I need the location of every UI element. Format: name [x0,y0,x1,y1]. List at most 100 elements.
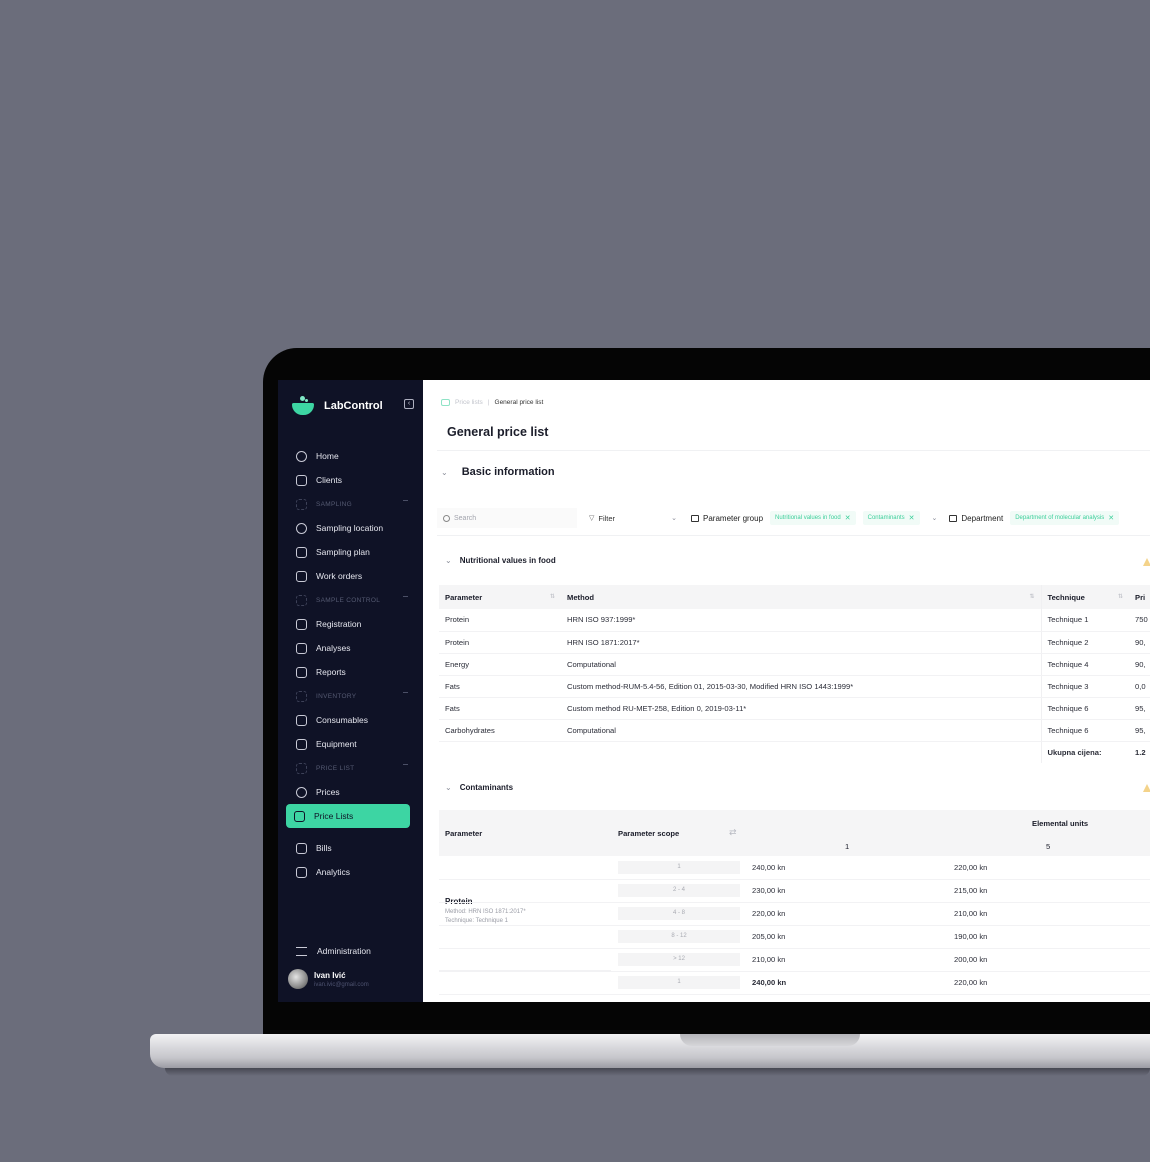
sidebar-item-clients[interactable]: Clients [288,468,412,492]
column-method[interactable]: Method ⇅ [561,585,1041,609]
sidebar-item-reports[interactable]: Reports [288,660,412,684]
warning-icon[interactable] [1143,784,1150,792]
table-row[interactable]: 4 - 8 220,00 kn 210,00 kn [439,903,1150,926]
cell-price: 95, [1129,719,1150,742]
breadcrumb-parent[interactable]: Price lists [455,399,483,406]
parameter-group-select[interactable]: Parameter group Nutritional values in fo… [691,511,949,525]
main-content: Price lists | General price list General… [423,380,1150,1002]
administration-label: Administration [317,946,371,956]
table-row[interactable]: Fats Custom method-RUM-5.4-56, Edition 0… [439,675,1150,698]
sidebar-item-label: Sampling plan [316,547,370,557]
cell-method: Custom method RU-MET-258, Edition 0, 201… [561,697,1041,720]
scope-badge: 2 - 4 [618,884,740,897]
sidebar-item-sampling-location[interactable]: Sampling location [288,516,412,540]
empty-cell [439,741,561,763]
sidebar-item-price-lists[interactable]: Price Lists [286,804,410,828]
sidebar-item-registration[interactable]: Registration [288,612,412,636]
cell-parameter: Protein [439,631,561,654]
collapse-icon[interactable] [403,596,408,597]
remove-chip-icon[interactable]: ✕ [1108,514,1114,522]
column-technique[interactable]: Technique ⇅ [1040,585,1129,609]
cell-price: 0,0 [1129,675,1150,698]
table-row[interactable]: Energy Computational Technique 4 90, [439,653,1150,676]
table-row[interactable]: 2 - 4 230,00 kn 215,00 kn [439,880,1150,903]
laptop-base [150,1034,1150,1068]
scope-badge: 8 - 12 [618,930,740,943]
sidebar-item-prices[interactable]: Prices [288,780,412,804]
cell-technique: Technique 6 [1040,719,1129,742]
sort-icon[interactable]: ⇅ [550,593,555,600]
price-unit-1: 210,00 kn [752,955,786,964]
laptop-shadow [165,1068,1150,1076]
swap-icon[interactable]: ⇄ [729,827,737,838]
sidebar-section-sample-control[interactable]: SAMPLE CONTROL [288,588,412,612]
search-placeholder: Search [454,514,477,522]
warning-icon[interactable] [1143,558,1150,566]
user-profile[interactable]: Ivan Ivić ivan.ivic@gmail.com [288,969,369,989]
sidebar-item-work-orders[interactable]: Work orders [288,564,412,588]
scope-badge: 4 - 8 [618,907,740,920]
column-parameter[interactable]: Parameter [445,829,482,838]
column-price[interactable]: Pri [1129,585,1150,609]
collapse-icon[interactable] [403,692,408,693]
cell-parameter: Fats [439,675,561,698]
collapse-icon[interactable] [403,764,408,765]
column-parameter[interactable]: Parameter ⇅ [439,585,561,609]
department-select[interactable]: Department Department of molecular analy… [949,511,1120,525]
labcontrol-logo-icon [292,396,314,416]
section-label: INVENTORY [316,692,357,700]
sidebar-item-label: Analyses [316,643,351,653]
basic-information-label: Basic information [461,466,555,478]
chip-department[interactable]: Department of molecular analysis ✕ [1010,511,1120,525]
sidebar-item-sampling-plan[interactable]: Sampling plan [288,540,412,564]
nutritional-section-title: Nutritional values in food [459,556,556,565]
filter-toolbar: Search ▽ Filter ⌄ Parameter group Nutrit… [437,507,1120,529]
sidebar-item-label: Equipment [316,739,357,749]
filter-dropdown[interactable]: ▽ Filter ⌄ [577,514,677,523]
sidebar-item-label: Work orders [316,571,363,581]
sidebar-item-label: Consumables [316,715,368,725]
sidebar-item-consumables[interactable]: Consumables [288,708,412,732]
table-row[interactable]: Carbohydrates Computational Technique 6 … [439,719,1150,742]
remove-chip-icon[interactable]: ✕ [909,514,915,522]
chevron-down-icon[interactable]: ⌄ [932,514,938,522]
collapse-sidebar-icon[interactable]: ‹ [404,399,414,409]
sidebar-item-bills[interactable]: Bills [288,836,412,860]
chip-nutritional[interactable]: Nutritional values in food ✕ [770,511,856,525]
remove-chip-icon[interactable]: ✕ [845,514,851,522]
column-unit-1: 1 [845,842,850,851]
cell-method: Custom method-RUM-5.4-56, Edition 01, 20… [561,675,1041,698]
sidebar-item-home[interactable]: Home [288,444,412,468]
table-row[interactable]: Protein HRN ISO 1871:2017* Technique 2 9… [439,631,1150,654]
basic-information-toggle[interactable]: ⌄ Basic information [441,466,555,478]
sidebar-item-equipment[interactable]: Equipment [288,732,412,756]
sort-icon[interactable]: ⇅ [1029,593,1034,600]
sidebar-section-sampling[interactable]: SAMPLING [288,492,412,516]
column-parameter-scope[interactable]: Parameter scope [618,829,679,838]
brand[interactable]: LabControl [292,396,383,416]
sidebar-item-analytics[interactable]: Analytics [288,860,412,884]
sidebar-item-analyses[interactable]: Analyses [288,636,412,660]
sort-icon[interactable]: ⇅ [1118,593,1123,600]
nutritional-section-toggle[interactable]: ⌄ Nutritional values in food [445,556,556,565]
sidebar-item-label: Bills [316,843,332,853]
sidebar-section-price-list[interactable]: PRICE LIST [288,756,412,780]
chip-contaminants[interactable]: Contaminants ✕ [862,511,920,525]
search-input[interactable]: Search [437,508,577,528]
table-row[interactable]: Protein HRN ISO 937:1999* Technique 1 75… [439,609,1150,632]
table-row[interactable]: 8 - 12 205,00 kn 190,00 kn [439,926,1150,949]
contaminants-section-toggle[interactable]: ⌄ Contaminants [445,783,513,792]
filter-icon: ▽ [589,515,595,522]
equipment-icon [296,738,307,750]
sidebar-item-administration[interactable]: Administration [296,946,371,956]
sidebar-item-label: Sampling location [316,523,384,533]
home-icon [296,450,307,462]
table-row[interactable]: 1 240,00 kn 220,00 kn [439,857,1150,880]
breadcrumb: Price lists | General price list [441,399,543,406]
avatar [288,969,308,989]
table-row[interactable]: > 12 210,00 kn 200,00 kn [439,949,1150,972]
collapse-icon[interactable] [403,500,408,501]
sidebar-section-inventory[interactable]: INVENTORY [288,684,412,708]
table-row[interactable]: 1 240,00 kn 220,00 kn [439,972,1150,995]
table-row[interactable]: Fats Custom method RU-MET-258, Edition 0… [439,697,1150,720]
